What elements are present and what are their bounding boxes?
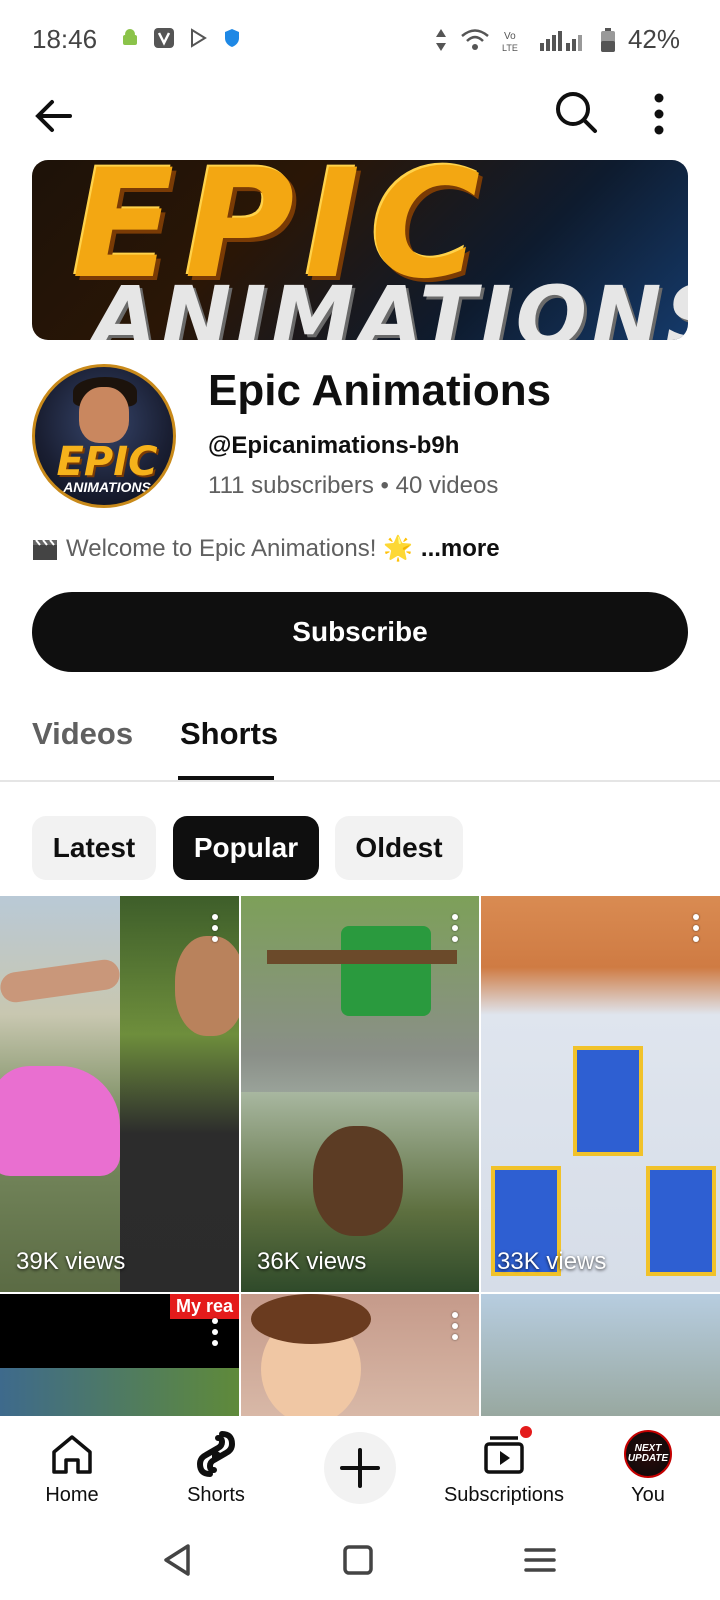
avatar-logo-subtext: ANIMATIONS	[63, 479, 151, 495]
shorts-grid: 39K views 36K views 33K views My rea	[0, 896, 720, 1416]
thumbnail-arm	[0, 957, 122, 1005]
thumbnail-log	[267, 950, 457, 964]
channel-avatar[interactable]: EPIC ANIMATIONS	[32, 364, 176, 508]
shield-icon	[225, 29, 239, 47]
short-views: 36K views	[257, 1248, 367, 1275]
nav-subscriptions-label: Subscriptions	[443, 1484, 565, 1506]
short-more-icon[interactable]	[686, 914, 706, 942]
short-more-icon[interactable]	[445, 914, 465, 942]
android-icon	[123, 29, 137, 45]
thumbnail-overlay-text: My rea	[169, 1294, 239, 1319]
short-more-icon[interactable]	[445, 1312, 465, 1340]
shorts-icon	[196, 1431, 236, 1477]
tab-shorts[interactable]: Shorts	[180, 716, 278, 752]
short-views: 33K views	[497, 1248, 607, 1275]
tab-selected-indicator	[178, 776, 274, 780]
status-bar: 18:46 Vo LTE 42%	[0, 0, 720, 80]
description-text: Welcome to Epic Animations! 🌟	[66, 535, 413, 562]
system-menu-icon[interactable]	[520, 1540, 560, 1580]
system-home-icon[interactable]	[338, 1540, 378, 1580]
short-more-icon[interactable]	[205, 1318, 225, 1346]
create-button[interactable]	[324, 1432, 396, 1504]
tab-videos[interactable]: Videos	[32, 716, 133, 752]
short-thumbnail[interactable]	[481, 1294, 720, 1416]
bottom-navigation: Home Shorts Subscriptions NEXT UPDATE Yo…	[0, 1418, 720, 1520]
short-thumbnail[interactable]: 36K views	[241, 896, 479, 1292]
status-time: 18:46	[32, 24, 98, 54]
volte-icon: VoLTE	[502, 31, 518, 53]
home-icon	[52, 1435, 92, 1474]
plus-icon	[340, 1448, 380, 1488]
nav-home[interactable]: Home	[2, 1418, 142, 1520]
thumbnail-face	[313, 1126, 403, 1236]
thumbnail-truck	[341, 926, 431, 1016]
channel-description[interactable]: Welcome to Epic Animations! 🌟 ...more	[32, 534, 500, 563]
nav-home-label: Home	[45, 1484, 99, 1506]
thumbnail-pink-car	[0, 1066, 120, 1176]
short-thumbnail[interactable]	[241, 1294, 479, 1416]
thumbnail-faces-strip	[0, 1368, 239, 1416]
nav-shorts-label: Shorts	[187, 1484, 245, 1506]
top-app-bar	[0, 80, 720, 152]
banner-subtitle: ANIMATIONS	[92, 268, 688, 340]
system-navigation-bar	[0, 1520, 720, 1600]
you-avatar-text: NEXT UPDATE	[624, 1430, 672, 1478]
v-app-icon	[154, 28, 174, 48]
battery-percentage: 42%	[627, 24, 680, 54]
chip-latest[interactable]: Latest	[32, 816, 156, 880]
short-more-icon[interactable]	[205, 914, 225, 942]
system-back-icon[interactable]	[158, 1540, 198, 1580]
data-arrows-icon	[435, 28, 446, 51]
user-avatar: NEXT UPDATE	[624, 1430, 672, 1478]
svg-text:LTE: LTE	[502, 43, 518, 53]
short-views: 39K views	[16, 1248, 126, 1275]
channel-handle: @Epicanimations-b9h	[208, 432, 460, 459]
channel-tabs: Videos Shorts	[0, 690, 720, 782]
subscribe-button[interactable]: Subscribe	[32, 592, 688, 672]
nav-subscriptions[interactable]: Subscriptions	[434, 1418, 574, 1520]
description-more-link[interactable]: ...more	[421, 535, 500, 563]
nav-shorts[interactable]: Shorts	[146, 1418, 286, 1520]
channel-banner: EPIC ANIMATIONS	[32, 160, 688, 340]
wifi-icon	[461, 28, 489, 50]
signal-icon	[539, 30, 582, 51]
notification-dot	[518, 1424, 534, 1440]
nav-you[interactable]: NEXT UPDATE You	[578, 1418, 718, 1520]
avatar-face	[79, 387, 129, 443]
short-thumbnail[interactable]: 39K views	[0, 896, 239, 1292]
clapperboard-icon	[33, 538, 57, 560]
chip-oldest[interactable]: Oldest	[335, 816, 463, 880]
system-status-icons: Vo LTE 42%	[434, 24, 680, 55]
short-thumbnail[interactable]: 33K views	[481, 896, 720, 1292]
nav-you-label: You	[631, 1484, 665, 1506]
svg-text:Vo: Vo	[504, 31, 516, 42]
battery-icon	[600, 27, 615, 52]
thumbnail-bed	[573, 1046, 643, 1156]
channel-stats: 111 subscribers • 40 videos	[208, 472, 499, 499]
short-thumbnail[interactable]: My rea	[0, 1294, 239, 1416]
thumbnail-bed	[646, 1166, 716, 1276]
play-store-icon	[191, 28, 207, 48]
thumbnail-face	[175, 936, 239, 1036]
notification-icons	[120, 28, 242, 48]
back-arrow-icon[interactable]	[30, 92, 78, 140]
more-vert-icon[interactable]	[648, 90, 692, 138]
chip-popular[interactable]: Popular	[173, 816, 319, 880]
search-icon[interactable]	[552, 88, 600, 136]
channel-name: Epic Animations	[208, 366, 552, 415]
subscriptions-icon	[480, 1424, 534, 1478]
thumbnail-hair	[251, 1294, 371, 1344]
